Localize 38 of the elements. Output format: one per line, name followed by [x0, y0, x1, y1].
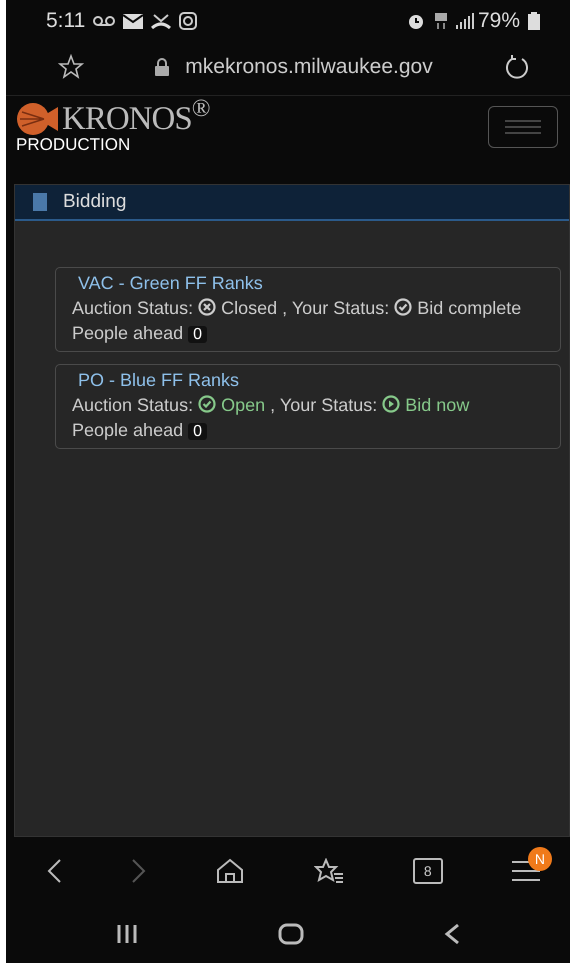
- home-button-icon[interactable]: [278, 923, 304, 945]
- auction-title[interactable]: PO - Blue FF Ranks: [72, 368, 550, 393]
- clock-text: 5:11: [46, 8, 86, 34]
- auction-status-label: Auction Status:: [72, 395, 194, 415]
- recent-apps-icon[interactable]: [116, 923, 138, 945]
- home-icon[interactable]: [216, 858, 244, 884]
- people-ahead-label: People ahead: [72, 323, 184, 343]
- voicemail-icon: [93, 15, 116, 27]
- url-text[interactable]: mkekronos.milwaukee.gov: [185, 50, 433, 82]
- auction-title[interactable]: VAC - Green FF Ranks: [72, 271, 550, 296]
- your-status-label: , Your Status:: [270, 395, 378, 415]
- reload-icon[interactable]: [504, 54, 530, 80]
- battery-text: 79%: [478, 8, 520, 34]
- your-status-value: Bid now: [405, 395, 470, 415]
- your-status-label: , Your Status:: [282, 298, 390, 318]
- bookmarks-icon[interactable]: [314, 858, 344, 884]
- your-status-value: Bid complete: [417, 298, 522, 318]
- missed-call-icon: [151, 12, 172, 30]
- auction-status-value: Closed: [221, 298, 278, 318]
- menu-button[interactable]: [488, 106, 558, 148]
- back-button-icon[interactable]: [444, 923, 460, 945]
- back-icon[interactable]: [46, 858, 62, 884]
- panel-title: Bidding: [63, 190, 126, 214]
- camera-icon: [179, 12, 198, 30]
- auction-status-label: Auction Status:: [72, 298, 194, 318]
- count-badge: 0: [188, 326, 208, 343]
- environment-label: PRODUCTION: [16, 136, 132, 155]
- battery-icon: [528, 12, 540, 30]
- logo-icon: [16, 102, 58, 136]
- tabs-button[interactable]: 8: [412, 858, 443, 884]
- notification-badge: N: [528, 847, 552, 871]
- lock-icon: [155, 58, 170, 76]
- signal-icon: [456, 13, 474, 29]
- mail-icon: [123, 14, 144, 28]
- auction-status-value: Open: [221, 395, 266, 415]
- star-icon[interactable]: [58, 54, 84, 80]
- people-ahead-label: People ahead: [72, 420, 184, 440]
- count-badge: 0: [188, 423, 208, 440]
